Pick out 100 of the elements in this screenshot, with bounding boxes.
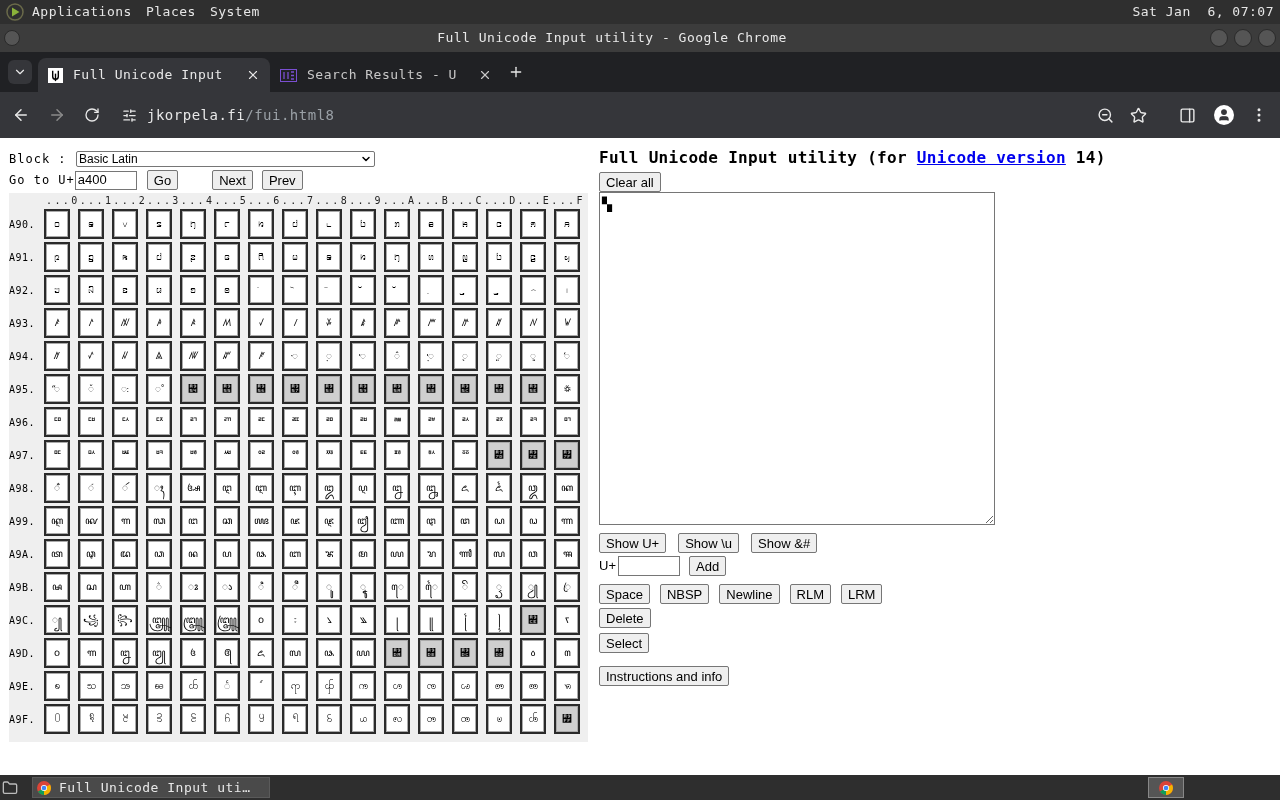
character-key[interactable]: ꧴ [180,704,206,734]
character-key[interactable]: ꧪ [384,671,410,701]
tray-browser-button[interactable] [1148,777,1184,798]
character-key[interactable]: ꥲ [112,440,138,470]
character-key[interactable]: ꥊ [384,341,410,371]
character-key[interactable]: ꦟ [554,506,580,536]
character-key[interactable]: ꥻ [418,440,444,470]
character-key[interactable]: ꥋ [418,341,444,371]
prev-button[interactable]: Prev [261,170,303,190]
character-key[interactable]: ꦀ [44,473,70,503]
character-key[interactable]: ꦞ [520,506,546,536]
character-key[interactable]: ꧶ [248,704,274,734]
character-key[interactable]: ꤹ [350,308,376,338]
character-key[interactable]: ꤌ [452,209,478,239]
character-key[interactable]: ꦰ [44,572,70,602]
character-key[interactable]: ꦃ [146,473,172,503]
character-key[interactable]: ꦔ [180,506,206,536]
character-key[interactable]: ꥴ [180,440,206,470]
character-key[interactable]: ꧊ [384,605,410,635]
character-key[interactable]: ꦻ [418,572,444,602]
character-key[interactable]: ꤼ [452,308,478,338]
delete-button[interactable]: Delete [599,608,651,628]
character-key[interactable]: ꧢ [112,671,138,701]
text-editor[interactable]: ▚ [599,192,995,525]
character-key[interactable]: ꥣ [146,407,172,437]
character-key[interactable]: ꥓ [146,374,172,404]
character-key[interactable]: ꧕ [214,638,240,668]
character-key[interactable]: ꤛ [418,242,444,272]
character-key[interactable]: ꧀ [44,605,70,635]
character-key[interactable]: ꧑ [78,638,104,668]
character-key[interactable]: ꧔ [180,638,206,668]
character-key[interactable]: ꤙ [350,242,376,272]
profile-icon[interactable] [1214,105,1234,125]
character-key[interactable]: ꧖ [248,638,274,668]
character-key[interactable]: ꦅ [214,473,240,503]
character-key[interactable]: ꥤ [180,407,206,437]
character-key[interactable]: ꤥ [214,275,240,305]
character-key[interactable]: ꤈ [316,209,342,239]
character-key[interactable]: ꦡ [78,539,104,569]
character-key[interactable]: ꤺ [384,308,410,338]
character-key[interactable]: ꧯ [554,671,580,701]
character-key[interactable]: ꤿ [554,308,580,338]
character-key[interactable]: ꧗ [282,638,308,668]
character-key[interactable]: ꥛ [418,374,444,404]
panel-menu[interactable]: Applications [32,2,132,22]
character-key[interactable]: ꤤ [180,275,206,305]
character-key[interactable]: ꤖ [248,242,274,272]
character-key[interactable]: ꦗ [282,506,308,536]
character-key[interactable]: ꦴ [180,572,206,602]
character-key[interactable]: ꧥ [214,671,240,701]
character-key[interactable]: ꧛ [418,638,444,668]
character-key[interactable]: ꧮ [520,671,546,701]
character-key[interactable]: ꦭ [486,539,512,569]
character-key[interactable]: ꤽ [486,308,512,338]
show-format-button[interactable]: Show \u [678,533,740,553]
character-key[interactable]: ꤯ [554,275,580,305]
next-button[interactable]: Next [212,170,253,190]
character-key[interactable]: ꥉ [350,341,376,371]
character-key[interactable]: ꤰ [44,308,70,338]
character-key[interactable]: ꤣ [146,275,172,305]
character-key[interactable]: ꧍ [486,605,512,635]
select-button[interactable]: Select [599,633,650,653]
character-key[interactable]: ꤒ [112,242,138,272]
character-key[interactable]: ꤀ [44,209,70,239]
character-key[interactable]: ꧁ [78,605,104,635]
character-key[interactable]: ꧽ [486,704,512,734]
character-key[interactable]: ꥹ [350,440,376,470]
back-icon[interactable] [12,106,30,124]
browser-tab[interactable]: Full Unicode Input [38,58,270,92]
character-key[interactable]: ꤍ [486,209,512,239]
character-key[interactable]: ꦳ [146,572,172,602]
insert-button[interactable]: NBSP [659,584,710,604]
character-key[interactable]: ꥮ [520,407,546,437]
character-key[interactable]: ꤞ [520,242,546,272]
character-key[interactable]: ꤶ [248,308,274,338]
character-key[interactable]: ꤊ [384,209,410,239]
character-key[interactable]: ꤱ [78,308,104,338]
character-key[interactable]: ꧅ [214,605,240,635]
character-key[interactable]: ꦎ [520,473,546,503]
character-key[interactable]: ꤄ [180,209,206,239]
character-key[interactable]: ꦷ [282,572,308,602]
character-key[interactable]: ꧱ [78,704,104,734]
character-key[interactable]: ꤵ [214,308,240,338]
character-key[interactable]: ꥙ [350,374,376,404]
character-key[interactable]: ꥎ [520,341,546,371]
character-key[interactable]: ꤮ [520,275,546,305]
character-key[interactable]: ꥵ [214,440,240,470]
character-key[interactable]: ꧦ [248,671,274,701]
character-key[interactable]: ꥃ [146,341,172,371]
character-key[interactable]: ꥧ [282,407,308,437]
character-key[interactable]: ꥔ [180,374,206,404]
new-tab-icon[interactable] [508,64,524,80]
character-key[interactable]: ꤇ [282,209,308,239]
character-key[interactable]: ꤎ [520,209,546,239]
character-key[interactable]: ꥦ [248,407,274,437]
bookmark-star-icon[interactable] [1130,106,1147,124]
character-key[interactable]: ꧄ [180,605,206,635]
character-key[interactable]: ꦖ [248,506,274,536]
character-key[interactable]: ꤡ [78,275,104,305]
character-key[interactable]: ꤲ [112,308,138,338]
